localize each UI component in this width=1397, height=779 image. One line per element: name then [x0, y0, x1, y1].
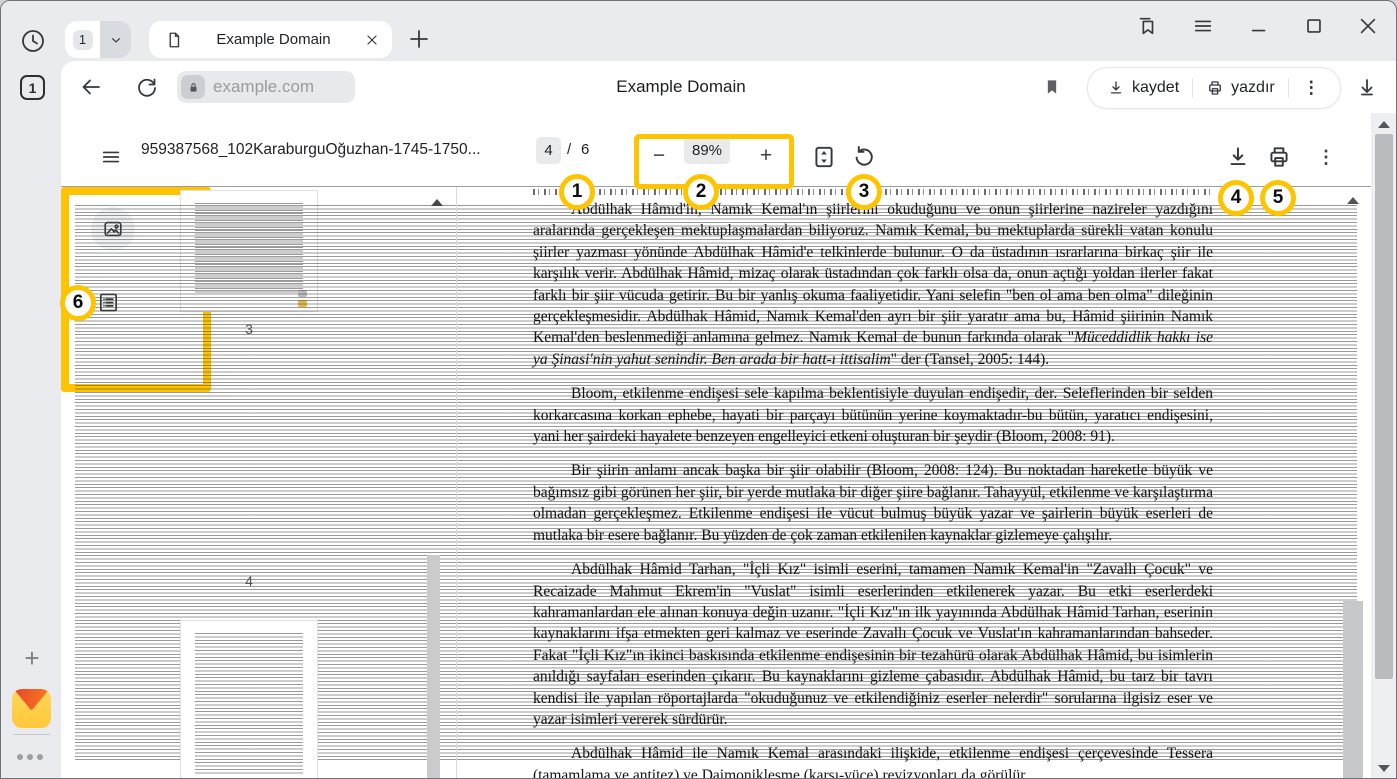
lock-glyph [187, 81, 200, 94]
tab-bar: 1 Example Domain [1, 1, 1396, 61]
new-tab-button[interactable] [405, 25, 433, 53]
pdf-content-scrollbar[interactable] [1341, 187, 1365, 779]
printer-icon [1206, 79, 1224, 97]
lock-icon[interactable] [181, 75, 205, 99]
thumbnail-scrollbar-thumb[interactable] [427, 555, 440, 779]
hamburger-icon [1192, 15, 1214, 37]
mail-flap-shape [12, 689, 51, 711]
document-paragraph: Abdülhak Hâmid ile Namık Kemal arasındak… [533, 743, 1213, 779]
current-page-input[interactable]: 4 [536, 137, 561, 164]
save-button-label: kaydet [1132, 79, 1179, 97]
side-panel-tab-count[interactable]: 1 [20, 75, 45, 100]
collections-button[interactable] [1134, 13, 1160, 39]
minimize-button[interactable] [1246, 13, 1272, 39]
scroll-up-arrow[interactable] [1347, 197, 1359, 204]
side-panel-more-button[interactable] [17, 750, 47, 764]
page-title: Example Domain [381, 61, 981, 113]
side-panel-add-button[interactable]: + [19, 646, 45, 672]
tab-group-control[interactable]: 1 [65, 21, 131, 58]
reload-button[interactable] [135, 75, 159, 99]
bookmark-button[interactable] [1042, 77, 1062, 97]
address-url: example.com [213, 77, 314, 97]
back-arrow-icon [79, 75, 103, 99]
pdf-toolbar: 959387568_102KaraburguOğuzhan-1745-1750.… [61, 113, 1371, 187]
paragraph-text: " der (Tansel, 2005: 144). [891, 351, 1049, 368]
document-paragraph: Bloom, etkilenme endişesi sele kapılma b… [533, 383, 1213, 447]
page-scrollbar-thumb[interactable] [1375, 134, 1393, 679]
reload-icon [135, 75, 159, 99]
plus-icon [405, 25, 433, 53]
thumbnail-page-5[interactable] [181, 621, 317, 779]
tab-group-count-segment[interactable]: 1 [65, 21, 100, 58]
close-icon [1357, 15, 1379, 37]
tab-group-expand-segment[interactable] [100, 21, 131, 58]
fit-page-button[interactable] [811, 144, 837, 170]
pdf-scrollbar-thumb[interactable] [1343, 601, 1363, 779]
browser-side-strip: 1 + [1, 1, 61, 778]
save-button[interactable]: kaydet [1094, 68, 1192, 108]
window-close-button[interactable] [1355, 13, 1381, 39]
thumbnail-label: 4 [181, 573, 317, 589]
address-bar[interactable]: example.com [177, 71, 355, 103]
downloads-arrow-icon [1355, 75, 1379, 99]
pdf-more-button[interactable]: ⋮ [1313, 144, 1339, 170]
maximize-icon [1303, 15, 1325, 37]
document-paragraph: Bir şiirin anlamı ancak başka bir şiir o… [533, 460, 1213, 546]
tab-title: Example Domain [183, 31, 364, 48]
print-button-label: yazdır [1231, 79, 1275, 97]
document-paragraph: Abdülhak Hâmid Tarhan, "İçli Kız" isimli… [533, 559, 1213, 730]
download-icon [1107, 79, 1125, 97]
fit-height-icon [811, 144, 837, 170]
rotate-ccw-icon [851, 144, 877, 170]
page-count-separator: / [567, 113, 571, 187]
pdf-download-button[interactable] [1225, 144, 1251, 170]
paragraph-text: Abdülhak Hâmıd'in, Namık Kemal'ın şiirle… [533, 201, 1213, 346]
pdf-document-text: Abdülhak Hâmıd'in, Namık Kemal'ın şiirle… [533, 189, 1213, 779]
download-icon [1225, 144, 1251, 170]
browser-window: 1 + 1 Example Domain [0, 0, 1397, 779]
pdf-body: 3 4 5 Abdülhak Hâmıd'in, Namık Kemal'ın … [61, 187, 1371, 779]
pdf-filename: 959387568_102KaraburguOğuzhan-1745-1750.… [141, 113, 481, 187]
yandex-mail-icon[interactable] [12, 689, 51, 728]
thumbnail-page-4-selected[interactable] [61, 187, 211, 392]
bookmark-flag-icon [1136, 15, 1158, 37]
rotate-button[interactable] [851, 144, 877, 170]
minimize-icon [1248, 15, 1270, 37]
pdf-print-button[interactable] [1266, 144, 1292, 170]
thumbnail-text-preview [195, 633, 303, 775]
page-icon [165, 31, 183, 49]
pdf-sidebar-toggle-button[interactable] [100, 146, 122, 168]
tab-example-domain[interactable]: Example Domain [149, 21, 392, 58]
thumbnail-scroll-up-arrow[interactable] [431, 199, 443, 206]
zoom-out-button[interactable]: − [647, 145, 671, 169]
maximize-button[interactable] [1301, 13, 1327, 39]
tab-close-icon[interactable] [364, 32, 380, 48]
page-actions-toolbar: kaydet yazdır ⋮ [1087, 67, 1341, 109]
zoom-in-button[interactable]: + [754, 145, 778, 169]
chevron-down-icon [108, 32, 124, 48]
browser-menu-button[interactable] [1190, 13, 1216, 39]
scroll-down-arrow[interactable] [1378, 765, 1390, 772]
bookmark-filled-icon [1042, 77, 1062, 97]
panel-divider [456, 187, 457, 779]
side-strip-divider [13, 734, 50, 735]
back-button[interactable] [79, 75, 103, 99]
total-pages: 6 [581, 113, 589, 187]
printer-icon [1266, 144, 1292, 170]
clipped-text-line [533, 189, 1213, 195]
document-paragraph: Abdülhak Hâmıd'in, Namık Kemal'ın şiirle… [533, 199, 1213, 370]
print-button[interactable]: yazdır [1193, 68, 1288, 108]
downloads-button[interactable] [1355, 75, 1379, 99]
zoom-level[interactable]: 89% [684, 137, 730, 164]
scroll-up-arrow[interactable] [1378, 121, 1390, 128]
page-actions-more-button[interactable]: ⋮ [1289, 78, 1334, 98]
page-scrollbar[interactable] [1371, 113, 1397, 779]
tab-group-count-badge: 1 [73, 30, 93, 50]
hamburger-icon [100, 146, 122, 168]
